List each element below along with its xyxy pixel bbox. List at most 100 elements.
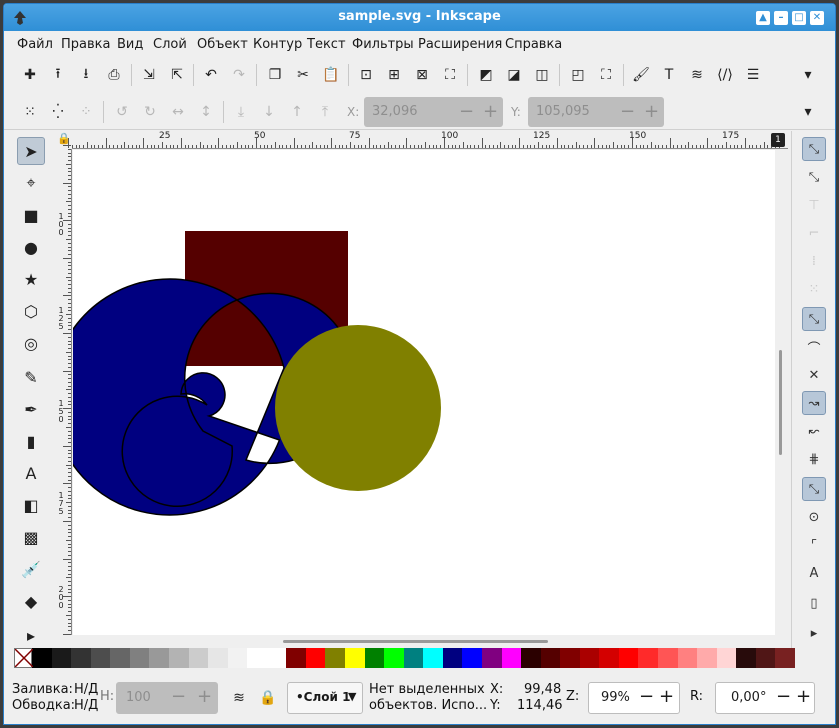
zoom-selection-icon[interactable]: ⊡ (355, 64, 377, 86)
menu-object[interactable]: Объект (197, 37, 248, 52)
zoom-page-icon[interactable]: ⊠ (411, 64, 433, 86)
menu-file[interactable]: Файл (17, 37, 53, 52)
drawing-svg[interactable] (73, 150, 775, 635)
select-all-layers-icon[interactable]: ⁛ (47, 101, 69, 123)
color-swatch[interactable] (716, 648, 737, 668)
color-swatch[interactable] (521, 648, 541, 668)
y-increment-icon[interactable]: + (644, 97, 659, 127)
no-paint-swatch[interactable] (14, 648, 33, 668)
snap-bbox-corner-icon[interactable]: ⌐ (802, 221, 826, 245)
layer-lock-icon[interactable]: 🔒 (257, 687, 279, 709)
close-button[interactable]: ✕ (810, 11, 824, 25)
y-decrement-icon[interactable]: − (620, 97, 635, 127)
snap-bbox-center-icon[interactable]: ⁙ (802, 277, 826, 301)
color-swatch[interactable] (364, 648, 385, 668)
import-icon[interactable]: ⇲ (138, 64, 160, 86)
select-all-icon[interactable]: ⁙ (19, 101, 41, 123)
color-swatch[interactable] (658, 648, 678, 668)
spiral-tool-icon[interactable]: ◎ (17, 329, 45, 357)
snap-bbox-edge-icon[interactable]: ⊤ (802, 193, 826, 217)
snap-paths-icon[interactable]: ⌒ (802, 335, 826, 359)
snap-object-center-icon[interactable]: ⊙ (802, 505, 826, 529)
shade-window-button[interactable]: ▲ (756, 11, 770, 25)
color-swatch[interactable] (110, 648, 130, 668)
selector-tool-icon[interactable]: ➤ (17, 137, 45, 165)
menu-edit[interactable]: Правка (61, 37, 110, 52)
color-swatch[interactable] (677, 648, 698, 668)
menu-path[interactable]: Контур (253, 37, 302, 52)
color-swatch[interactable] (208, 648, 228, 668)
3d-box-tool-icon[interactable]: ⬡ (17, 297, 45, 325)
stroke-value[interactable]: Н/Д (74, 698, 98, 713)
color-swatch[interactable] (266, 648, 287, 668)
rotation-field[interactable]: 0,00° − + (715, 682, 815, 714)
deselect-icon[interactable]: ⁘ (75, 101, 97, 123)
zoom-field[interactable]: 99% − + (588, 682, 680, 714)
align-distribute-icon[interactable]: ☰ (742, 64, 764, 86)
layers-icon[interactable]: ≋ (686, 64, 708, 86)
color-swatch[interactable] (286, 648, 306, 668)
text-tool-icon[interactable]: A (17, 459, 45, 487)
snap-bbox-icon[interactable]: ⤡ (802, 165, 826, 189)
lower-icon[interactable]: ↓ (258, 101, 280, 123)
color-swatch[interactable] (188, 648, 209, 668)
color-swatch[interactable] (71, 648, 91, 668)
color-swatch[interactable] (775, 648, 795, 668)
x-increment-icon[interactable]: + (483, 97, 498, 127)
group-icon[interactable]: ◰ (567, 64, 589, 86)
export-icon[interactable]: ⇱ (166, 64, 188, 86)
dropper-tool-icon[interactable]: 💉 (17, 555, 45, 583)
menu-help[interactable]: Справка (505, 37, 562, 52)
color-swatch[interactable] (403, 648, 424, 668)
flip-vertical-icon[interactable]: ↕ (195, 101, 217, 123)
pen-tool-icon[interactable]: ✒ (17, 395, 45, 423)
vertical-scrollbar[interactable] (775, 150, 788, 635)
color-swatch[interactable] (247, 648, 267, 668)
snap-page-border-icon[interactable]: ▯ (802, 591, 826, 615)
color-swatch[interactable] (90, 648, 111, 668)
ungroup-icon[interactable]: ⛶ (595, 64, 617, 86)
color-swatch[interactable] (599, 648, 619, 668)
minimize-button[interactable]: – (774, 11, 788, 25)
x-decrement-icon[interactable]: − (459, 97, 474, 127)
color-swatch[interactable] (618, 648, 639, 668)
maximize-button[interactable]: □ (792, 11, 806, 25)
color-swatch[interactable] (462, 648, 482, 668)
vertical-ruler[interactable]: 100 125 150 175 200 (56, 145, 72, 635)
color-swatch[interactable] (501, 648, 522, 668)
color-swatch[interactable] (697, 648, 717, 668)
rotate-ccw-icon[interactable]: ↺ (111, 101, 133, 123)
layer-selector[interactable]: •Слой 1 ▼ (287, 682, 363, 714)
menu-layer[interactable]: Слой (153, 37, 187, 52)
menu-text[interactable]: Текст (307, 37, 346, 52)
color-swatch[interactable] (305, 648, 326, 668)
cut-icon[interactable]: ✂ (292, 64, 314, 86)
new-document-icon[interactable]: ✚ (19, 64, 41, 86)
color-swatch[interactable] (51, 648, 72, 668)
paste-icon[interactable]: 📋 (320, 64, 342, 86)
color-swatch[interactable] (755, 648, 776, 668)
color-swatch[interactable] (384, 648, 404, 668)
zoom-in-icon[interactable]: + (659, 686, 674, 707)
lower-to-bottom-icon[interactable]: ⤓ (230, 101, 252, 123)
snap-cusp-nodes-icon[interactable]: ↝ (802, 391, 826, 415)
color-swatch[interactable] (32, 648, 52, 668)
flip-horizontal-icon[interactable]: ↔ (167, 101, 189, 123)
opacity-increment-icon[interactable]: + (197, 686, 212, 707)
clone-icon[interactable]: ◪ (503, 64, 525, 86)
menu-view[interactable]: Вид (117, 37, 143, 52)
rotate-decrement-icon[interactable]: − (776, 686, 791, 707)
calligraphy-tool-icon[interactable]: ▮ (17, 427, 45, 455)
controls-overflow-icon[interactable]: ▾ (797, 101, 819, 123)
layers-toggle-icon[interactable]: ≋ (228, 687, 250, 709)
x-coordinate-field[interactable]: 32,096 − + (364, 97, 503, 127)
copy-icon[interactable]: ❐ (264, 64, 286, 86)
drawing-canvas[interactable] (73, 150, 775, 635)
gradient-tool-icon[interactable]: ◧ (17, 491, 45, 519)
zoom-page-width-icon[interactable]: ⛶ (439, 64, 461, 86)
text-font-icon[interactable]: T (658, 64, 680, 86)
snapbar-overflow-icon[interactable]: ▸ (802, 621, 826, 645)
horizontal-scrollbar[interactable] (73, 635, 775, 647)
ellipse-tool-icon[interactable]: ● (17, 233, 45, 261)
xml-editor-icon[interactable]: ⟨/⟩ (714, 64, 736, 86)
